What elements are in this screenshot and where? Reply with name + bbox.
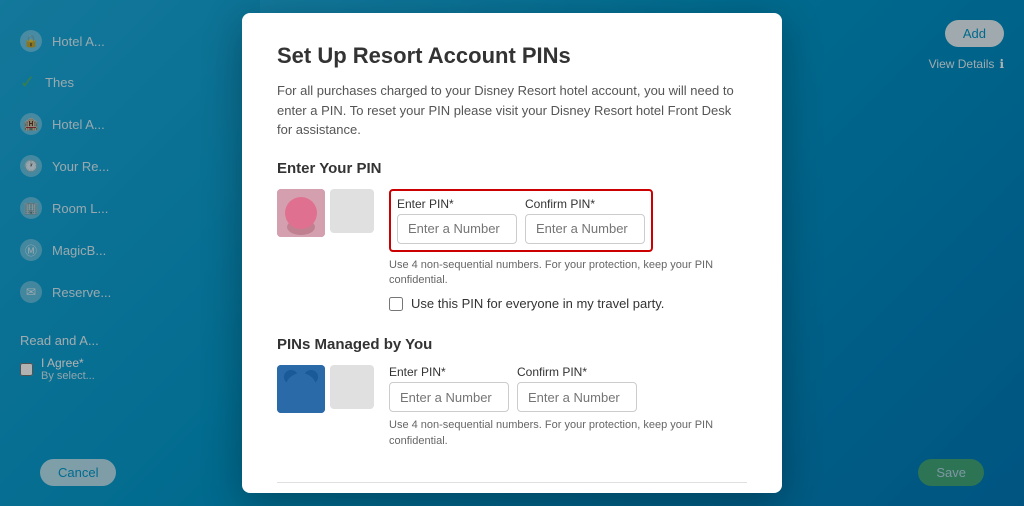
avatar-placeholder-2 [330,365,374,409]
confirm-pin-field-group-2: Confirm PIN* [517,365,637,412]
person-row-mickey: Enter PIN* Confirm PIN* Use 4 non-sequen… [277,365,747,457]
person-row-ariel: Enter PIN* Confirm PIN* Use 4 non-sequen… [277,189,747,312]
enter-pin-label: Enter PIN* [397,197,517,211]
confirm-pin-input[interactable] [525,214,645,244]
enter-your-pin-title: Enter Your PIN [277,160,747,177]
dialog-title: Set Up Resort Account PINs [277,43,747,69]
enter-your-pin-section: Enter Your PIN [277,160,747,312]
checkbox-label: Use this PIN for everyone in my travel p… [411,296,664,311]
enter-pin-input[interactable] [397,214,517,244]
pin-inputs-normal: Enter PIN* Confirm PIN* [389,365,747,412]
confirm-pin-label-2: Confirm PIN* [517,365,637,379]
enter-pin-label-2: Enter PIN* [389,365,509,379]
dialog-intro: For all purchases charged to your Disney… [277,81,747,140]
pin-inputs-mickey: Enter PIN* Confirm PIN* Use 4 non-sequen… [389,365,747,457]
pin-inputs-ariel: Enter PIN* Confirm PIN* Use 4 non-sequen… [389,189,747,312]
confirm-pin-label: Confirm PIN* [525,197,645,211]
enter-pin-field-group-2: Enter PIN* [389,365,509,412]
avatar-ariel [277,189,325,237]
pin-dialog: Set Up Resort Account PINs For all purch… [242,13,782,493]
avatar-mickey [277,365,325,413]
confirm-pin-field-group: Confirm PIN* [525,197,645,244]
pin-inputs-highlighted: Enter PIN* Confirm PIN* [389,189,653,252]
checkbox-row: Use this PIN for everyone in my travel p… [389,296,747,311]
travel-party-checkbox[interactable] [389,297,403,311]
pin-hint: Use 4 non-sequential numbers. For your p… [389,258,747,289]
enter-pin-input-2[interactable] [389,382,509,412]
pins-managed-title: PINs Managed by You [277,336,747,353]
pin-hint-2: Use 4 non-sequential numbers. For your p… [389,418,747,449]
pins-managed-section: PINs Managed by You [277,336,747,457]
dialog-overlay: Set Up Resort Account PINs For all purch… [0,0,1024,506]
avatar-placeholder-1 [330,189,374,233]
enter-pin-field-group: Enter PIN* [397,197,517,244]
dialog-footer: Cancel Update [277,482,747,493]
confirm-pin-input-2[interactable] [517,382,637,412]
